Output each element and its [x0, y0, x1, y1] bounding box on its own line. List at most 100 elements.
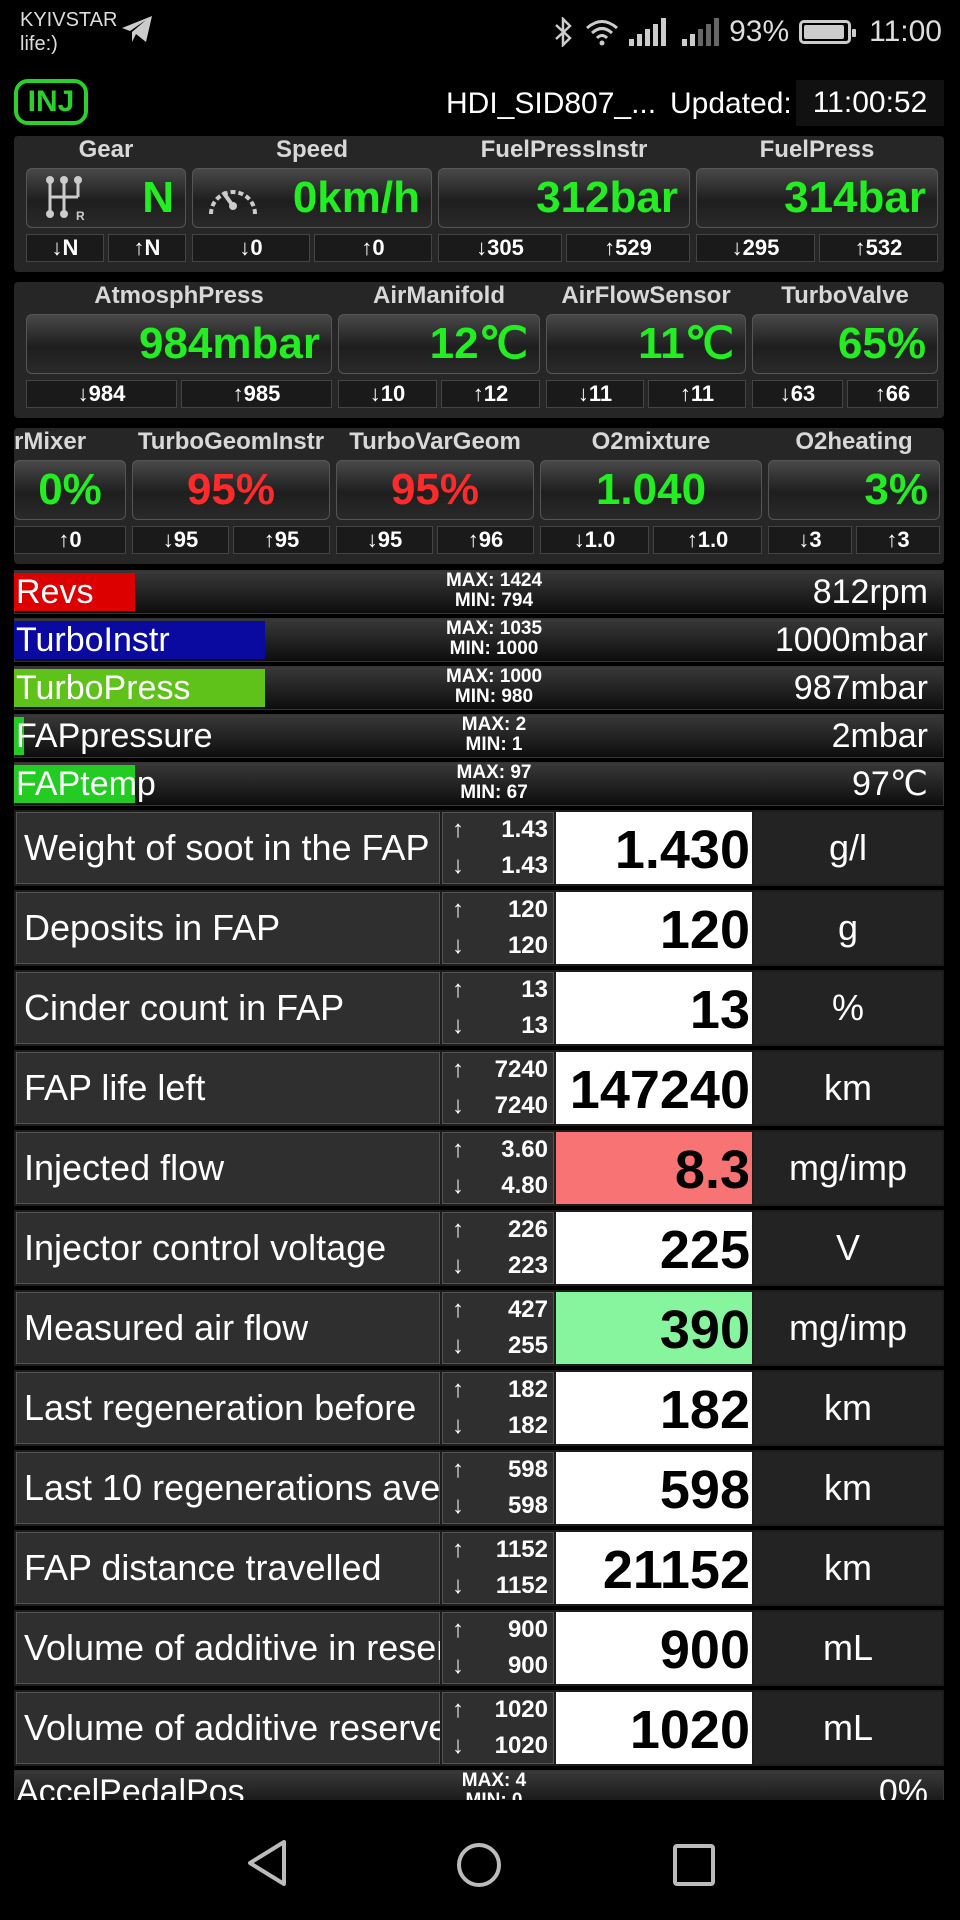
bar-min: MIN: 1	[465, 734, 523, 755]
telegram-icon	[122, 16, 152, 42]
bar-faptemp[interactable]: FAPtemp MAX: 97 MIN: 67 97℃	[14, 762, 944, 806]
bar-name: TurboPress	[16, 669, 191, 707]
bar-fappressure[interactable]: FAPpressure MAX: 2 MIN: 1 2mbar	[14, 714, 944, 758]
param-max: 3.60	[501, 1136, 548, 1163]
gauge-fuelpress[interactable]: FuelPress 314bar ↓295 ↑532	[696, 136, 938, 262]
gauge-max: ↑532	[819, 234, 938, 262]
gauge-label: FuelPressInstr	[480, 136, 648, 163]
battery-icon	[799, 20, 857, 44]
gauge-min: ↓95	[132, 526, 229, 554]
gauge-label: TurboGeomInstr	[137, 428, 325, 455]
param-max: 1020	[494, 1696, 548, 1723]
gauge-speed[interactable]: Speed 0km/h ↓0 ↑0	[192, 136, 432, 262]
param-min: 4.80	[501, 1172, 548, 1199]
bar-name: FAPtemp	[16, 765, 156, 803]
bar-max: MAX: 4	[461, 1770, 527, 1791]
param-name: Injector control voltage	[16, 1212, 440, 1284]
gauge-value: 1.040	[540, 460, 762, 520]
gauge-turbovalve[interactable]: TurboValve 65% ↓63 ↑66	[752, 282, 938, 408]
param-max: 7240	[494, 1056, 548, 1083]
gauge-value: R N	[26, 168, 186, 228]
gauge-airmanifold[interactable]: AirManifold 12℃ ↓10 ↑12	[338, 282, 540, 408]
gauge-gear[interactable]: Gear R N ↓N ↑N	[26, 136, 186, 262]
param-row[interactable]: Volume of additive reserve ↑ 1020 ↓ 1020 10…	[14, 1690, 944, 1766]
gauge-fuelpressinstr[interactable]: FuelPressInstr 312bar ↓305 ↑529	[438, 136, 690, 262]
param-max: 1152	[495, 1536, 548, 1563]
param-unit: km	[754, 1372, 942, 1444]
param-unit: g/l	[754, 812, 942, 884]
gauge-max: ↑11	[648, 380, 746, 408]
param-row[interactable]: FAP distance travelled ↑ 1152 ↓ 1152 21152 …	[14, 1530, 944, 1606]
bar-min: MIN: 0	[414, 1791, 574, 1801]
bar-turbopress[interactable]: TurboPress MAX: 1000 MIN: 980 987mbar	[14, 666, 944, 710]
param-row[interactable]: Cinder count in FAP ↑ 13 ↓ 13 13 %	[14, 970, 944, 1046]
gauge-value: 984mbar	[26, 314, 332, 374]
gauge-turbovargeom[interactable]: TurboVarGeom 95% ↓95 ↑96	[336, 428, 534, 554]
gauge-value: 95%	[132, 460, 330, 520]
param-row[interactable]: Deposits in FAP ↑ 120 ↓ 120 120 g	[14, 890, 944, 966]
param-min: 598	[507, 1492, 548, 1519]
bar-accelpedalpos[interactable]: AccelPedalPos MAX: 4MIN: 0 0%	[14, 1770, 944, 1800]
gauge-max: ↑1.0	[653, 526, 762, 554]
gauge-airflowsensor[interactable]: AirFlowSensor 11℃ ↓11 ↑11	[546, 282, 746, 408]
gauge-max: ↑0	[314, 234, 432, 262]
param-min: 7240	[494, 1092, 548, 1119]
bar-turboinstr[interactable]: TurboInstr MAX: 1035 MIN: 1000 1000mbar	[14, 618, 944, 662]
gauge-panel-1: Gear R N ↓N ↑N Speed 0km/h ↓0 ↑0 FuelPre…	[14, 136, 944, 272]
param-max: 120	[507, 896, 548, 923]
bar-min: MIN: 980	[454, 686, 534, 707]
param-unit: km	[754, 1452, 942, 1524]
gauge-value: 11℃	[546, 314, 746, 374]
gauge-max: ↑N	[108, 234, 186, 262]
home-icon[interactable]	[455, 1841, 503, 1889]
param-max: 427	[507, 1296, 548, 1323]
param-row[interactable]: Last regeneration before ↑ 182 ↓ 182 182 km	[14, 1370, 944, 1446]
param-min: 13	[521, 1012, 548, 1039]
param-unit: mL	[754, 1692, 942, 1764]
bar-accelpedalpos-clip: AccelPedalPos MAX: 4MIN: 0 0%	[14, 1770, 944, 1800]
param-row[interactable]: Injector control voltage ↑ 226 ↓ 223 225 V	[14, 1210, 944, 1286]
gauge-label: AtmosphPress	[94, 282, 264, 309]
gauge-label: O2heating	[795, 428, 913, 455]
param-name: Volume of additive in reservoir	[16, 1612, 440, 1684]
gauge-min: ↓984	[26, 380, 177, 408]
gauge-rmixer[interactable]: rMixer 0% ↑0	[14, 428, 126, 554]
param-unit: mg/imp	[754, 1132, 942, 1204]
param-min: 900	[507, 1652, 548, 1679]
bar-value: 1000mbar	[774, 621, 928, 659]
gauge-label: Gear	[78, 136, 134, 163]
speedometer-icon	[209, 190, 257, 215]
profile-name: HDI_SID807_...	[446, 87, 657, 120]
status-icons: 93% 11:00	[553, 10, 942, 54]
param-row[interactable]: Weight of soot in the FAP ↑ 1.43 ↓ 1.43 1.4…	[14, 810, 944, 886]
param-row[interactable]: Injected flow ↑ 3.60 ↓ 4.80 8.3 mg/imp	[14, 1130, 944, 1206]
param-unit: %	[754, 972, 942, 1044]
param-row[interactable]: Last 10 regenerations average ↑598↓598 5…	[14, 1450, 944, 1526]
param-row[interactable]: Volume of additive in reservoir ↑900↓900…	[14, 1610, 944, 1686]
inj-badge[interactable]: INJ	[14, 79, 88, 125]
gauge-atmosphpress[interactable]: AtmosphPress 984mbar ↓984 ↑985	[26, 282, 332, 408]
param-unit: km	[754, 1052, 942, 1124]
gauge-o2mixture[interactable]: O2mixture 1.040 ↓1.0 ↑1.0	[540, 428, 762, 554]
param-row[interactable]: FAP life left ↑ 7240 ↓ 7240 147240 km	[14, 1050, 944, 1126]
gauge-label: rMixer	[14, 428, 87, 455]
gauge-turbogeominstr[interactable]: TurboGeomInstr 95% ↓95 ↑95	[132, 428, 330, 554]
gauge-value: 0km/h	[192, 168, 432, 228]
param-row[interactable]: Measured air flow ↑ 427 ↓ 255 390 mg/imp	[14, 1290, 944, 1366]
battery-percent: 93%	[729, 15, 790, 48]
gauge-min: ↓295	[696, 234, 815, 262]
gauge-value: 312bar	[438, 168, 690, 228]
param-value: 1020	[556, 1692, 752, 1764]
recents-icon[interactable]	[672, 1843, 716, 1887]
param-value: 598	[556, 1452, 752, 1524]
gauge-label: O2mixture	[591, 428, 711, 455]
gauge-max: ↑12	[441, 380, 540, 408]
gauge-min: ↓305	[438, 234, 562, 262]
gauge-o2heating[interactable]: O2heating 3% ↓3 ↑3	[768, 428, 940, 554]
param-name: Cinder count in FAP	[16, 972, 440, 1044]
param-value: 900	[556, 1612, 752, 1684]
gauge-max: ↑3	[856, 526, 940, 554]
back-icon[interactable]	[244, 1838, 290, 1888]
bar-revs[interactable]: Revs MAX: 1424 MIN: 794 812rpm	[14, 570, 944, 614]
param-value: 1.430	[556, 812, 752, 884]
